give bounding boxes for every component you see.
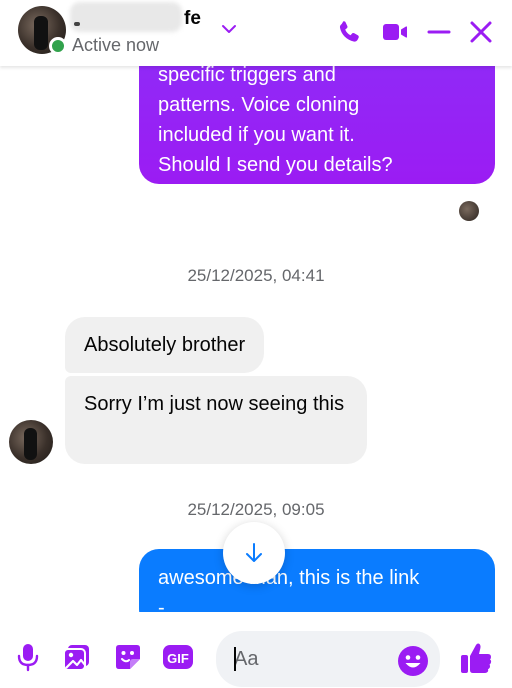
- message-line: specific triggers and: [158, 66, 336, 86]
- message-line: Should I send you details?: [158, 154, 393, 176]
- message-line: included if you want it.: [158, 124, 355, 146]
- contact-name-redacted[interactable]: [70, 2, 182, 32]
- active-status-text: Active now: [72, 35, 160, 55]
- contact-name-fragment: [74, 22, 80, 26]
- emoji-icon[interactable]: [397, 645, 429, 677]
- incoming-message-bubble[interactable]: Sorry I’m just now seeing this: [65, 376, 367, 464]
- sender-avatar[interactable]: [9, 420, 53, 464]
- message-line: -: [158, 597, 165, 612]
- message-timestamp: 25/12/2025, 04:41: [187, 266, 325, 285]
- message-composer: GIF: [0, 612, 512, 688]
- seen-receipt-avatar: [459, 201, 479, 221]
- minimize-icon[interactable]: [425, 18, 453, 46]
- text-caret: [234, 647, 236, 671]
- outgoing-message-bubble[interactable]: awesome man, this is the link -: [139, 549, 495, 612]
- outgoing-message-bubble[interactable]: specific triggers and patterns. Voice cl…: [139, 66, 495, 184]
- gif-label: GIF: [167, 651, 189, 666]
- sticker-icon[interactable]: [113, 642, 143, 672]
- arrow-down-icon: [246, 543, 262, 562]
- message-line: awesome man, this is the link: [158, 567, 420, 589]
- video-call-icon[interactable]: [380, 18, 410, 46]
- contact-name[interactable]: fe: [184, 8, 201, 30]
- voice-call-icon[interactable]: [336, 18, 364, 46]
- chat-header: fe Active now: [0, 0, 512, 66]
- incoming-message-bubble[interactable]: Absolutely brother: [65, 317, 265, 373]
- active-status-dot: [49, 37, 67, 55]
- scroll-to-bottom-button[interactable]: [223, 522, 285, 584]
- microphone-icon[interactable]: [13, 642, 43, 672]
- gif-icon[interactable]: GIF: [162, 642, 194, 672]
- like-icon[interactable]: [458, 640, 494, 676]
- message-thread[interactable]: specific triggers and patterns. Voice cl…: [0, 66, 512, 612]
- message-timestamp: 25/12/2025, 09:05: [187, 500, 325, 519]
- chevron-down-icon[interactable]: [220, 22, 238, 36]
- message-line: patterns. Voice cloning: [158, 94, 360, 116]
- close-icon[interactable]: [467, 18, 495, 46]
- image-icon[interactable]: [62, 642, 92, 672]
